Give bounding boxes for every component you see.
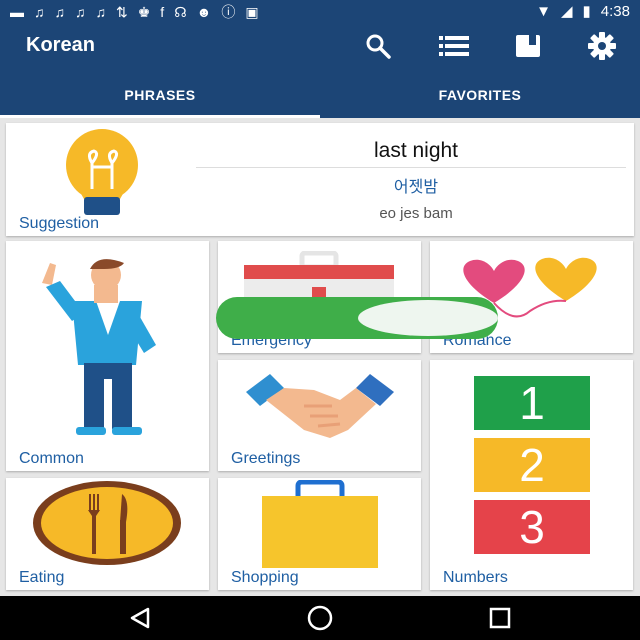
category-common-label: Common xyxy=(19,450,84,467)
navigation-bar xyxy=(0,596,640,640)
category-numbers[interactable]: 1 2 3 Numbers xyxy=(430,360,633,590)
category-numbers-label: Numbers xyxy=(443,569,508,586)
back-icon xyxy=(130,607,150,629)
tab-phrases[interactable]: PHRASES xyxy=(0,82,320,118)
list-button[interactable] xyxy=(436,30,472,62)
phrase-divider xyxy=(196,167,626,168)
lightbulb-icon xyxy=(66,129,138,215)
settings-button[interactable] xyxy=(584,30,620,62)
tab-indicator xyxy=(0,115,320,118)
category-eating-label: Eating xyxy=(19,569,65,586)
recents-button[interactable] xyxy=(480,602,520,634)
list-icon xyxy=(439,36,469,56)
trophy-icon: ♚ xyxy=(137,4,151,20)
search-button[interactable] xyxy=(360,30,396,62)
tab-phrases-label: PHRASES xyxy=(124,87,196,103)
suggestion-card[interactable]: Suggestion last night 어젯밤 eo jes bam xyxy=(6,123,634,236)
system-status: ▼ ◢ ▮ 4:38 xyxy=(536,3,630,21)
notification-icons: ▬ ♫ ♫ ♫ ♫ ⇅ ♚ f ☊ ☻ ⓘ ▣ xyxy=(10,3,259,21)
shopping-bag-icon xyxy=(262,480,378,568)
category-shopping[interactable]: Shopping xyxy=(218,478,421,590)
tab-favorites[interactable]: FAVORITES xyxy=(320,82,640,118)
back-button[interactable] xyxy=(120,602,160,634)
headset-icon: ☊ xyxy=(174,4,187,20)
battery-icon: ▮ xyxy=(582,3,591,20)
music-icon: ♫ xyxy=(95,4,107,20)
category-greetings[interactable]: Greetings xyxy=(218,360,421,471)
lock-icon: ▣ xyxy=(245,4,259,20)
phrase-english: last night xyxy=(373,139,459,162)
man-waving-icon xyxy=(42,259,156,435)
overlay-toggle[interactable] xyxy=(216,297,498,339)
info-icon: ⓘ xyxy=(221,4,236,20)
clock: 4:38 xyxy=(600,3,630,20)
data-icon: ⇅ xyxy=(116,4,128,20)
home-button[interactable] xyxy=(300,602,340,634)
gear-icon xyxy=(588,32,616,60)
phrase-korean: 어젯밤 xyxy=(393,179,439,196)
number-2-tile: 2 xyxy=(474,438,590,492)
book-icon xyxy=(516,35,540,57)
app-bar: Korean PHRASES FAVORITES xyxy=(0,24,640,118)
search-icon xyxy=(366,34,391,59)
signal-icon: ◢ xyxy=(560,3,573,20)
home-icon xyxy=(307,605,333,631)
category-shopping-label: Shopping xyxy=(231,569,299,586)
plate-fork-knife-icon xyxy=(33,481,181,565)
handshake-icon xyxy=(246,374,394,438)
cat-icon: ☻ xyxy=(196,4,212,20)
music-icon: ♫ xyxy=(54,4,66,20)
message-icon: ▬ xyxy=(10,4,24,20)
recents-icon xyxy=(489,607,511,629)
category-common[interactable]: Common xyxy=(6,241,209,471)
category-greetings-label: Greetings xyxy=(231,450,301,467)
tab-favorites-label: FAVORITES xyxy=(438,87,522,103)
book-button[interactable] xyxy=(510,30,546,62)
phrase-romanization: eo jes bam xyxy=(379,205,453,222)
number-3-tile: 3 xyxy=(474,500,590,554)
facebook-icon: f xyxy=(160,4,165,20)
number-1-tile: 1 xyxy=(474,376,590,430)
music-icon: ♫ xyxy=(75,4,86,20)
status-bar: ▬ ♫ ♫ ♫ ♫ ⇅ ♚ f ☊ ☻ ⓘ ▣ ▼ ◢ ▮ 4:38 xyxy=(0,0,640,24)
category-eating[interactable]: Eating xyxy=(6,478,209,590)
wifi-icon: ▼ xyxy=(536,3,551,20)
app-title: Korean xyxy=(26,34,95,56)
suggestion-label: Suggestion xyxy=(19,215,100,232)
tab-bar: PHRASES FAVORITES xyxy=(0,82,640,118)
music-icon: ♫ xyxy=(34,4,45,20)
